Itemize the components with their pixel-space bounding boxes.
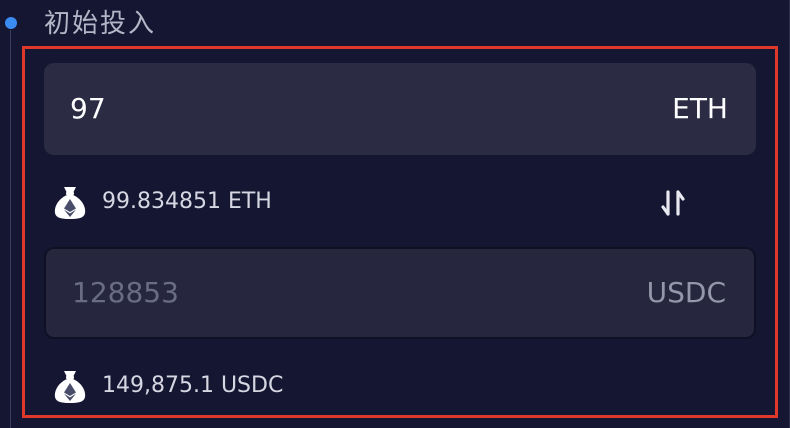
- swap-arrows-icon: [661, 190, 685, 216]
- usdc-amount-field[interactable]: USDC: [44, 247, 756, 339]
- money-bag-eth-icon: [54, 371, 86, 403]
- swap-button[interactable]: [652, 182, 694, 224]
- eth-balance-text: 99.834851 ETH: [102, 189, 272, 214]
- usdc-balance-text: 149,875.1 USDC: [102, 373, 284, 398]
- eth-amount-field[interactable]: ETH: [44, 63, 756, 155]
- section-title: 初始投入: [44, 9, 157, 39]
- eth-amount-input[interactable]: [70, 89, 490, 129]
- usdc-amount-input[interactable]: [72, 273, 492, 313]
- usdc-balance: 149,875.1 USDC: [50, 366, 283, 406]
- eth-unit-label: ETH: [672, 92, 728, 125]
- usdc-unit-label: USDC: [646, 276, 726, 309]
- timeline-dot: [5, 17, 17, 29]
- money-bag-eth-icon: [54, 187, 86, 219]
- timeline-line: [10, 30, 11, 428]
- eth-balance: 99.834851 ETH: [50, 182, 272, 222]
- initial-investment-panel: 初始投入 ETH 99.834851 ETH USDC: [0, 0, 790, 428]
